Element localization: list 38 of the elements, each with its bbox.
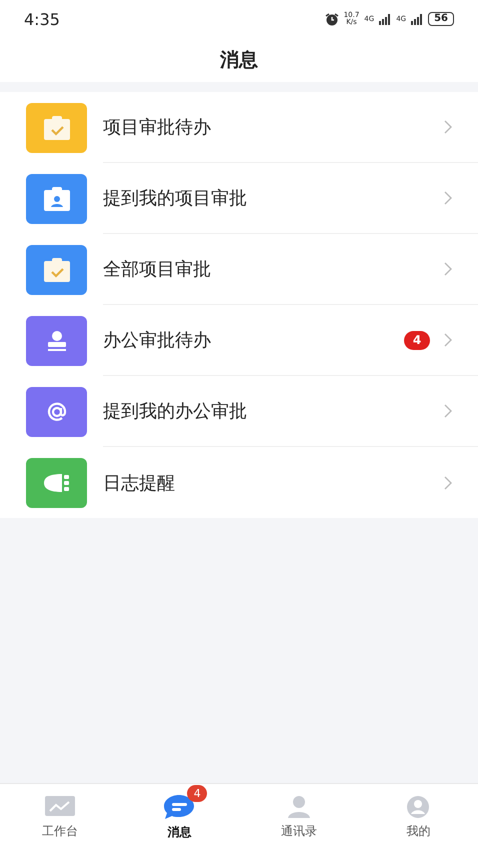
message-category-item[interactable]: 办公审批待办 4	[0, 305, 478, 376]
unread-count: 4	[187, 785, 208, 802]
clipboard-check-icon	[42, 114, 70, 140]
category-label: 提到我的项目审批	[103, 187, 248, 210]
category-label: 全部项目审批	[103, 258, 212, 281]
message-category-item[interactable]: 日志提醒	[0, 447, 478, 518]
chevron-right-icon	[444, 191, 452, 205]
message-category-item[interactable]: 全部项目审批	[0, 234, 478, 305]
chart-icon	[44, 794, 76, 818]
clipboard-check-icon	[42, 256, 70, 282]
chevron-right-icon	[444, 120, 452, 134]
category-label: 提到我的办公审批	[103, 400, 248, 423]
alarm-clock-icon	[324, 12, 339, 26]
message-category-item[interactable]: 提到我的办公审批	[0, 376, 478, 447]
id-badge-icon	[42, 186, 70, 212]
category-label: 项目审批待办	[103, 116, 212, 139]
category-label: 办公审批待办	[103, 329, 212, 352]
nav-tab[interactable]: 工作台	[0, 784, 120, 850]
nav-tab[interactable]: 我的	[358, 784, 478, 850]
nav-tab[interactable]: 通讯录	[239, 784, 358, 850]
signal-icon	[411, 14, 424, 24]
category-label: 日志提醒	[103, 472, 176, 494]
person-icon	[405, 794, 432, 818]
chat-bubble-icon	[163, 794, 196, 820]
page-title: 消息	[220, 48, 258, 73]
battery-level: 56	[428, 12, 454, 26]
chevron-right-icon	[444, 333, 452, 347]
plug-icon	[42, 472, 72, 494]
signal-icon	[379, 14, 392, 24]
chevron-right-icon	[444, 476, 452, 490]
message-category-item[interactable]: 项目审批待办	[0, 92, 478, 163]
unread-count: 4	[404, 330, 430, 350]
chevron-right-icon	[444, 262, 452, 276]
status-time: 4:35	[24, 10, 60, 28]
nav-tab[interactable]: 消息 4	[120, 784, 239, 850]
chevron-right-icon	[444, 404, 452, 418]
contacts-icon	[286, 794, 312, 818]
message-category-item[interactable]: 提到我的项目审批	[0, 163, 478, 234]
